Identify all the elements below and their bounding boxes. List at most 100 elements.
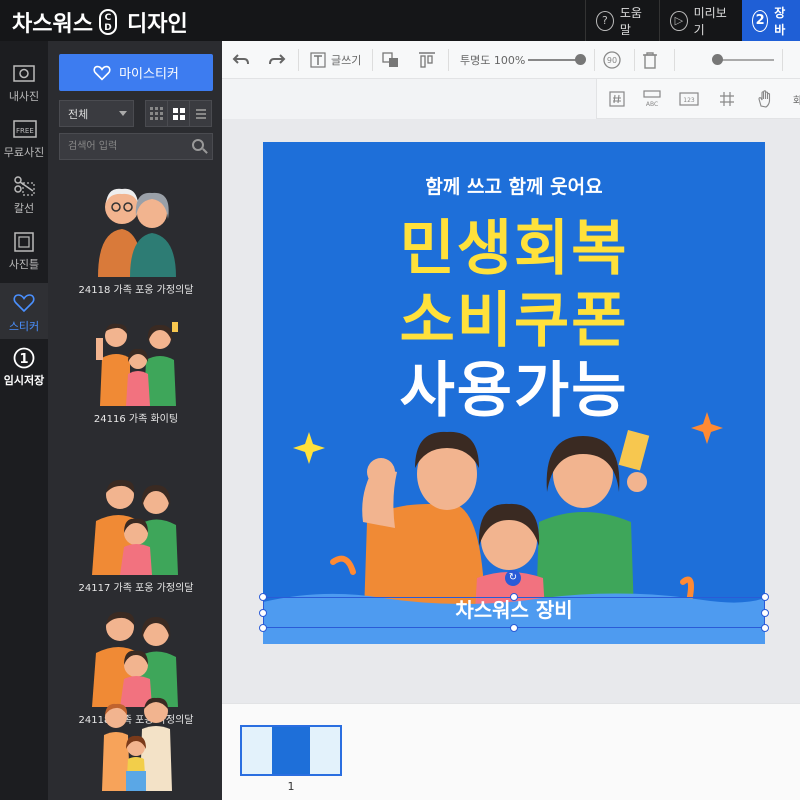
text-tool-button[interactable]: 글쓰기	[310, 41, 361, 79]
resize-handle-tc[interactable]	[510, 593, 518, 601]
zoom-slider-handle[interactable]	[712, 54, 723, 65]
sticker-label: 24118 가족 포옹 가정의달	[78, 285, 194, 296]
resize-handle-tr[interactable]	[761, 593, 769, 601]
text-abc-button[interactable]: ABC	[642, 79, 662, 119]
top-bar: 차스워스 C D 디자인 ? 도움말 ▷ 미리보기 2 장바	[0, 0, 800, 41]
sticker-label: 24117 가족 포옹 가정의달	[78, 583, 194, 594]
category-select[interactable]: 전체	[59, 100, 134, 127]
page-thumbnail-preview	[272, 727, 310, 774]
my-sticker-label: 마이스티커	[119, 67, 179, 82]
nav-temp-save-label: 임시저장	[3, 374, 45, 387]
left-nav: 내사진 FREE 무료사진 칼선 사진틀 스티커 1 임시저장	[0, 41, 48, 800]
sticker-item[interactable]: 24117 가족 포옹 가정의달	[59, 471, 213, 594]
nav-frames[interactable]: 사진틀	[0, 221, 48, 277]
family-group-illustration	[102, 697, 172, 791]
toolbar-divider	[594, 49, 595, 71]
delete-button[interactable]	[642, 41, 658, 79]
nav-stickers-label: 스티커	[8, 320, 40, 333]
hashtag-text-button[interactable]	[609, 79, 625, 119]
frame-icon	[13, 231, 35, 253]
nav-my-photos[interactable]: 내사진	[0, 53, 48, 109]
grid-icon	[720, 92, 734, 106]
undo-icon	[232, 54, 249, 65]
design-artboard[interactable]: 함께 쓰고 함께 웃어요 민생회복 소비쿠폰 사용가능 차스워스 장비	[263, 142, 765, 644]
sticker-item[interactable]: 24116 가족 화이팅	[59, 318, 213, 425]
family-hug-illustration	[92, 479, 178, 575]
undo-button[interactable]	[232, 41, 250, 79]
layer-order-button[interactable]	[382, 41, 400, 79]
help-label: 도움말	[619, 5, 642, 37]
cart-step-label: 장바	[774, 5, 786, 37]
number-button[interactable]: 123	[679, 79, 699, 119]
preview-button[interactable]: ▷ 미리보기	[659, 0, 742, 41]
align-button[interactable]	[418, 41, 436, 79]
sticker-item[interactable]: 24118 가족 포옹 가정의달	[59, 177, 213, 296]
resize-handle-br[interactable]	[761, 624, 769, 632]
nav-cutline-label: 칼선	[13, 202, 35, 215]
nav-free-photos-label: 무료사진	[3, 146, 45, 159]
grid-button[interactable]	[719, 79, 735, 119]
resize-handle-bc[interactable]	[510, 624, 518, 632]
svg-text:1: 1	[19, 352, 28, 367]
nav-cutline[interactable]: 칼선	[0, 165, 48, 221]
align-top-icon	[419, 52, 435, 68]
nav-free-photos[interactable]: FREE 무료사진	[0, 109, 48, 165]
text-box-icon	[310, 52, 326, 68]
redo-icon	[269, 54, 286, 65]
nav-stickers[interactable]: 스티커	[0, 283, 48, 339]
rotate-icon: 90	[603, 51, 621, 69]
brand-name-left: 차스워스	[12, 12, 93, 37]
preview-label: 미리보기	[693, 5, 727, 37]
secondary-toolbar: ABC 123 화	[596, 79, 800, 119]
zoom-slider-track[interactable]	[714, 59, 774, 61]
rotate-handle-icon[interactable]: ↻	[505, 570, 521, 586]
help-button[interactable]: ? 도움말	[585, 0, 659, 41]
large-grid-icon	[172, 107, 185, 120]
opacity-label: 투명도 100%	[460, 54, 526, 67]
nav-my-photos-label: 내사진	[8, 90, 40, 103]
redo-button[interactable]	[268, 41, 286, 79]
toolbar-divider	[634, 49, 635, 71]
number-icon: 123	[679, 92, 699, 106]
sticker-item[interactable]	[59, 691, 213, 795]
nav-temp-save[interactable]: 1 임시저장	[0, 337, 48, 393]
resize-handle-bl[interactable]	[259, 624, 267, 632]
heart-icon	[13, 293, 35, 315]
sticker-panel: 마이스티커 전체 24118 가족 포옹	[48, 41, 222, 800]
sticker-search	[59, 133, 213, 160]
search-icon[interactable]	[192, 139, 204, 151]
resize-handle-tl[interactable]	[259, 593, 267, 601]
sticker-label: 24116 가족 화이팅	[93, 414, 179, 425]
opacity-slider-handle[interactable]	[575, 54, 586, 65]
layers-icon	[382, 52, 398, 67]
cart-step-button[interactable]: 2 장바	[742, 0, 800, 41]
design-subtitle[interactable]: 함께 쓰고 함께 웃어요	[263, 172, 765, 199]
save-icon: 1	[13, 347, 35, 369]
list-icon	[195, 108, 206, 119]
page-number: 1	[287, 780, 295, 793]
editor-toolbar: 글쓰기 투명도 100% 90	[222, 41, 800, 79]
play-icon: ▷	[670, 10, 688, 31]
nav-frames-label: 사진틀	[8, 258, 40, 271]
pan-button[interactable]	[757, 79, 773, 119]
view-large-grid-button[interactable]	[167, 100, 190, 127]
svg-text:FREE: FREE	[16, 127, 34, 135]
abc-icon: ABC	[643, 90, 661, 108]
resize-handle-ml[interactable]	[259, 609, 267, 617]
view-small-grid-button[interactable]	[145, 100, 168, 127]
toolbar-divider	[298, 49, 299, 71]
more-label: 화	[793, 95, 800, 107]
brand-logo[interactable]: 차스워스 C D 디자인	[12, 6, 188, 38]
page-thumbnail[interactable]	[240, 725, 342, 776]
hashtag-box-icon	[609, 91, 625, 107]
help-icon: ?	[596, 10, 614, 31]
toolbar-divider	[674, 49, 675, 71]
text-tool-label: 글쓰기	[331, 54, 362, 67]
resize-handle-mr[interactable]	[761, 609, 769, 617]
sticker-search-input[interactable]	[60, 134, 185, 159]
my-sticker-button[interactable]: 마이스티커	[59, 54, 213, 91]
rotate-90-button[interactable]: 90	[602, 41, 622, 79]
view-list-button[interactable]	[189, 100, 212, 127]
opacity-slider-track[interactable]	[528, 59, 580, 61]
heart-icon	[93, 65, 111, 81]
